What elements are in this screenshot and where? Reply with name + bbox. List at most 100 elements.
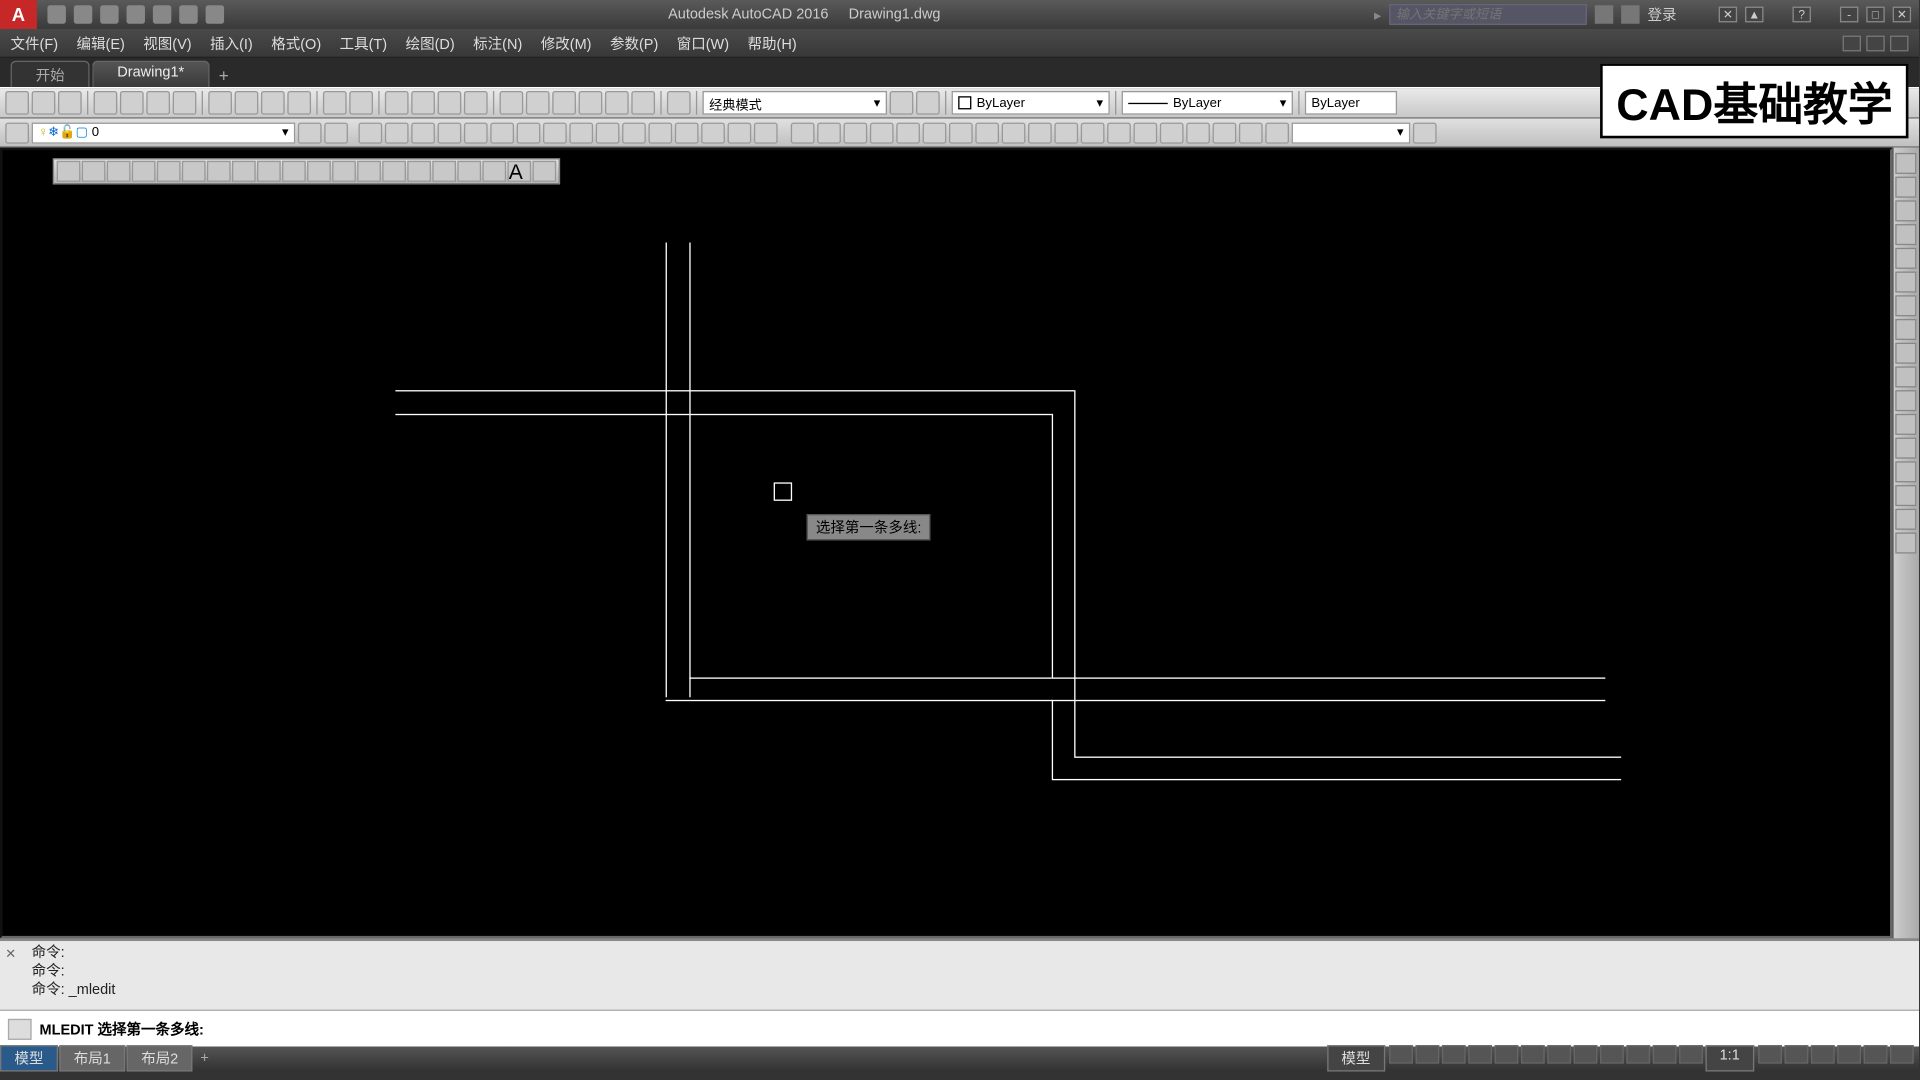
palette-btn-10[interactable] (1895, 366, 1916, 387)
palette-btn-3[interactable] (1895, 200, 1916, 221)
dim-diameter-button[interactable] (923, 122, 947, 143)
undo-button[interactable] (323, 91, 347, 115)
3dprint-button[interactable] (173, 91, 197, 115)
dim-arc-button[interactable] (844, 122, 868, 143)
palette-btn-2[interactable] (1895, 177, 1916, 198)
dcenter-button[interactable] (526, 91, 550, 115)
layout1-tab[interactable]: 布局1 (59, 1045, 125, 1071)
layer-combo[interactable]: ♀❄🔓▢ 0 ▾ (32, 122, 296, 143)
mod-chamfer-button[interactable] (701, 122, 725, 143)
addsel-button[interactable] (532, 161, 556, 182)
tab-add-button[interactable]: + (212, 66, 236, 87)
redo-button[interactable] (349, 91, 373, 115)
osnap-toggle[interactable] (1547, 1045, 1571, 1063)
palette-btn-12[interactable] (1895, 414, 1916, 435)
mod-move-button[interactable] (490, 122, 514, 143)
palette-btn-11[interactable] (1895, 390, 1916, 411)
hatch-button[interactable] (407, 161, 431, 182)
dim-space-button[interactable] (1054, 122, 1078, 143)
cut-button[interactable] (208, 91, 232, 115)
revcloud-button[interactable] (232, 161, 256, 182)
palette-btn-4[interactable] (1895, 224, 1916, 245)
palette-btn-6[interactable] (1895, 272, 1916, 293)
mod-scale-button[interactable] (543, 122, 567, 143)
minimize-button[interactable]: - (1840, 7, 1858, 23)
3dosnap-toggle[interactable] (1573, 1045, 1597, 1063)
pline-button[interactable] (107, 161, 131, 182)
open-button[interactable] (32, 91, 56, 115)
dim-continue-button[interactable] (1028, 122, 1052, 143)
menu-edit[interactable]: 编辑(E) (77, 32, 125, 53)
mod-break-button[interactable] (648, 122, 672, 143)
dim-linear-button[interactable] (791, 122, 815, 143)
mod-offset-button[interactable] (438, 122, 462, 143)
dim-angular-button[interactable] (949, 122, 973, 143)
save-button[interactable] (58, 91, 82, 115)
insert-button[interactable] (332, 161, 356, 182)
mod-erase-button[interactable] (358, 122, 382, 143)
palette-btn-15[interactable] (1895, 485, 1916, 506)
spline-button[interactable] (257, 161, 281, 182)
lwt-toggle[interactable] (1626, 1045, 1650, 1063)
toolpal-button[interactable] (552, 91, 576, 115)
layeriso-button[interactable] (298, 122, 322, 143)
dim-edit-button[interactable] (1213, 122, 1237, 143)
plot-button[interactable] (94, 91, 118, 115)
clean-screen-icon[interactable] (1837, 1045, 1861, 1063)
snap-toggle[interactable] (1415, 1045, 1439, 1063)
infer-toggle[interactable] (1442, 1045, 1466, 1063)
saveas-icon[interactable] (127, 5, 145, 23)
props-button[interactable] (500, 91, 524, 115)
model-tab[interactable]: 模型 (0, 1045, 58, 1071)
dim-center-button[interactable] (1133, 122, 1157, 143)
help-button[interactable] (667, 91, 691, 115)
mod-explode-button[interactable] (754, 122, 778, 143)
circle-button[interactable] (207, 161, 231, 182)
plus-status-icon[interactable] (1785, 1045, 1809, 1063)
matchprop-button[interactable] (287, 91, 311, 115)
gradient-button[interactable] (432, 161, 456, 182)
mod-extend-button[interactable] (622, 122, 646, 143)
preview-button[interactable] (120, 91, 144, 115)
sheetset-button[interactable] (579, 91, 603, 115)
zoomwin-button[interactable] (438, 91, 462, 115)
ws-lock-button[interactable] (916, 91, 940, 115)
mtext-button[interactable]: A (507, 161, 531, 182)
xline-button[interactable] (82, 161, 106, 182)
drawing-canvas[interactable]: A (3, 150, 1890, 936)
dimstyle-combo[interactable]: ▾ (1292, 122, 1411, 143)
hwaccel-icon[interactable] (1890, 1045, 1914, 1063)
polar-toggle[interactable] (1494, 1045, 1518, 1063)
exchange-icon[interactable] (1595, 5, 1613, 23)
palette-btn-9[interactable] (1895, 343, 1916, 364)
layerprev-button[interactable] (324, 122, 348, 143)
dim-baseline-button[interactable] (1002, 122, 1026, 143)
block-button[interactable] (357, 161, 381, 182)
mod-join-button[interactable] (675, 122, 699, 143)
grid-toggle[interactable] (1389, 1045, 1413, 1063)
mod-copy-button[interactable] (385, 122, 409, 143)
menu-format[interactable]: 格式(O) (271, 32, 321, 53)
user-icon[interactable] (1621, 5, 1639, 23)
layout2-tab[interactable]: 布局2 (127, 1045, 193, 1071)
menu-file[interactable]: 文件(F) (11, 32, 59, 53)
arc-button[interactable] (182, 161, 206, 182)
exchange-apps-icon[interactable]: ✕ (1719, 7, 1737, 23)
command-line[interactable]: MLEDIT 选择第一条多线: (0, 1010, 1919, 1047)
transparency-toggle[interactable] (1652, 1045, 1676, 1063)
a360-icon[interactable]: ▲ (1745, 7, 1763, 23)
palette-btn-17[interactable] (1895, 532, 1916, 553)
mod-stretch-button[interactable] (569, 122, 593, 143)
palette-btn-1[interactable] (1895, 153, 1916, 174)
line-button[interactable] (57, 161, 81, 182)
ws-settings-button[interactable] (890, 91, 914, 115)
rectangle-button[interactable] (157, 161, 181, 182)
login-link[interactable]: 登录 (1648, 4, 1677, 25)
mod-fillet-button[interactable] (728, 122, 752, 143)
customize-icon[interactable] (1811, 1045, 1835, 1063)
qnew-button[interactable] (5, 91, 29, 115)
menu-modify[interactable]: 修改(M) (541, 32, 592, 53)
palette-btn-16[interactable] (1895, 509, 1916, 530)
qcalc-button[interactable] (631, 91, 655, 115)
menu-insert[interactable]: 插入(I) (210, 32, 253, 53)
